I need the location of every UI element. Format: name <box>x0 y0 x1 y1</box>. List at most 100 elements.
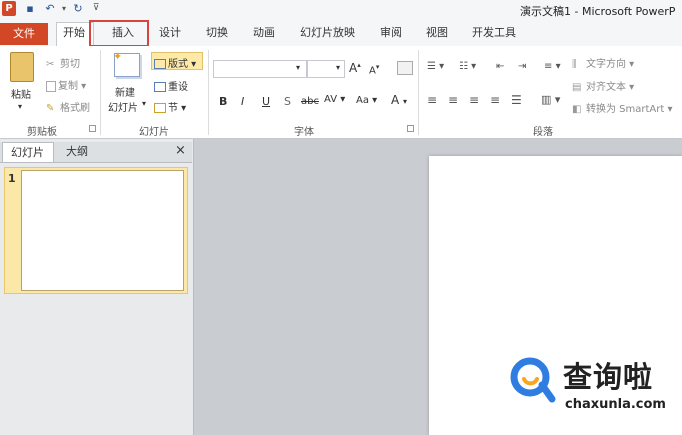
line-spacing-icon: ≡ <box>544 61 553 72</box>
font-color-label: A <box>391 93 400 107</box>
numbering-icon: ☷ <box>459 61 468 72</box>
copy-icon <box>46 80 56 92</box>
reset-button[interactable]: 重设 <box>154 78 188 93</box>
shrink-font-button[interactable]: A▾ <box>369 63 379 76</box>
close-panel-icon[interactable]: × <box>175 143 186 158</box>
font-group-label: 字体 <box>294 127 314 138</box>
character-spacing-button[interactable]: AV ▾ <box>324 94 345 105</box>
tab-outline[interactable]: 大纲 <box>58 142 106 162</box>
section-icon <box>154 103 166 113</box>
align-left-icon[interactable]: ≡ <box>427 93 437 107</box>
tab-animations[interactable]: 动画 <box>253 24 275 40</box>
tab-slides[interactable]: 幻灯片 <box>2 142 54 162</box>
font-color-button[interactable]: A ▾ <box>391 93 407 107</box>
slides-group-label: 幻灯片 <box>139 127 169 138</box>
clear-formatting-icon[interactable] <box>397 61 413 75</box>
align-text-button[interactable]: ▤ 对齐文本 ▾ <box>572 78 634 94</box>
numbering-button[interactable]: ☷ ▾ <box>459 61 476 72</box>
line-spacing-button[interactable]: ≡ ▾ <box>544 61 561 72</box>
watermark-chinese-text: 查询啦 <box>563 360 654 394</box>
copy-button[interactable]: 复制 ▾ <box>46 77 86 92</box>
text-direction-label: 文字方向 <box>586 59 626 70</box>
customize-qat-icon[interactable]: ⊽ <box>90 2 102 15</box>
paste-dropdown-icon[interactable]: ▾ <box>18 102 22 111</box>
format-painter-button[interactable]: ✎ 格式刷 <box>46 99 90 115</box>
new-slide-star-icon: ✦ <box>113 50 123 63</box>
save-icon[interactable]: ▪ <box>24 2 36 15</box>
layout-button[interactable]: 版式 ▾ <box>154 55 196 70</box>
text-direction-icon: ⫼ <box>572 58 577 70</box>
increase-indent-icon[interactable]: ⇥ <box>518 61 526 72</box>
strikethrough-button[interactable]: abc <box>301 96 319 107</box>
tab-developer[interactable]: 开发工具 <box>472 24 516 40</box>
columns-icon: ▥ <box>541 93 552 106</box>
bullets-button[interactable]: ☰ ▾ <box>427 61 444 72</box>
group-separator <box>208 50 209 135</box>
slide-number: 1 <box>8 172 16 185</box>
italic-button[interactable]: I <box>241 95 244 108</box>
shrink-font-label: A <box>369 65 376 77</box>
convert-smartart-button[interactable]: ◧ 转换为 SmartArt ▾ <box>572 100 673 116</box>
tab-design[interactable]: 设计 <box>159 24 181 40</box>
tab-slideshow[interactable]: 幻灯片放映 <box>300 24 355 40</box>
layout-label: 版式 <box>168 59 188 70</box>
new-slide-label-line2[interactable]: 幻灯片 <box>108 99 138 114</box>
bullets-icon: ☰ <box>427 61 436 72</box>
character-spacing-label: AV <box>324 94 338 105</box>
change-case-label: Aa <box>356 95 369 106</box>
insert-tab-highlight-box <box>89 20 149 47</box>
clipboard-dialog-launcher-icon[interactable] <box>89 125 96 132</box>
columns-button[interactable]: ▥ ▾ <box>541 93 560 106</box>
new-slide-label-line1[interactable]: 新建 <box>115 84 135 99</box>
smartart-icon: ◧ <box>572 103 582 115</box>
align-text-label: 对齐文本 <box>586 82 626 93</box>
grow-font-button[interactable]: A▴ <box>349 61 361 75</box>
tab-review[interactable]: 审阅 <box>380 24 402 40</box>
section-label: 节 <box>168 103 178 114</box>
search-magnifier-logo-icon <box>510 357 556 403</box>
reset-label: 重设 <box>168 82 188 93</box>
grow-font-label: A <box>349 61 358 75</box>
justify-icon[interactable]: ≡ <box>490 93 500 107</box>
brush-icon: ✎ <box>46 102 55 114</box>
scissors-icon: ✂ <box>46 58 55 70</box>
underline-button[interactable]: U <box>262 95 270 108</box>
bold-button[interactable]: B <box>219 95 227 108</box>
window-title: 演示文稿1 - Microsoft PowerP <box>520 5 676 18</box>
watermark-url-text: chaxunla.com <box>565 397 666 412</box>
group-separator <box>418 50 419 135</box>
decrease-indent-icon[interactable]: ⇤ <box>496 61 504 72</box>
tab-view[interactable]: 视图 <box>426 24 448 40</box>
font-size-dropdown-icon[interactable]: ▾ <box>336 63 340 72</box>
align-text-icon: ▤ <box>572 81 582 93</box>
copy-label: 复制 <box>58 81 78 92</box>
convert-smartart-label: 转换为 SmartArt <box>586 104 665 115</box>
cut-label: 剪切 <box>60 59 80 70</box>
paste-icon[interactable] <box>10 52 34 82</box>
font-name-dropdown-icon[interactable]: ▾ <box>296 63 300 72</box>
text-shadow-button[interactable]: S <box>284 95 291 108</box>
undo-dropdown-icon[interactable]: ▾ <box>58 2 70 15</box>
font-dialog-launcher-icon[interactable] <box>407 125 414 132</box>
layout-icon <box>154 59 166 69</box>
powerpoint-logo-icon[interactable]: P <box>2 1 16 16</box>
clipboard-group-label: 剪贴板 <box>27 127 57 138</box>
undo-icon[interactable]: ↶ <box>44 2 56 15</box>
section-button[interactable]: 节 ▾ <box>154 99 186 114</box>
align-center-icon[interactable]: ≡ <box>448 93 458 107</box>
tab-home[interactable]: 开始 <box>63 24 85 40</box>
new-slide-dropdown-icon[interactable]: ▾ <box>142 99 146 108</box>
align-right-icon[interactable]: ≡ <box>469 93 479 107</box>
font-name-box[interactable] <box>213 60 307 78</box>
change-case-button[interactable]: Aa ▾ <box>356 95 377 106</box>
slide-thumbnail[interactable] <box>21 170 184 291</box>
group-separator <box>100 50 101 135</box>
paste-button[interactable]: 粘贴 <box>11 86 31 101</box>
tab-file[interactable]: 文件 <box>0 23 48 45</box>
tab-transitions[interactable]: 切换 <box>206 24 228 40</box>
paragraph-group-label: 段落 <box>533 127 553 138</box>
distribute-icon[interactable]: ☰ <box>511 93 522 107</box>
cut-button[interactable]: ✂ 剪切 <box>46 55 80 71</box>
text-direction-button[interactable]: ⫼ 文字方向 ▾ <box>572 55 634 71</box>
redo-icon[interactable]: ↻ <box>72 2 84 15</box>
